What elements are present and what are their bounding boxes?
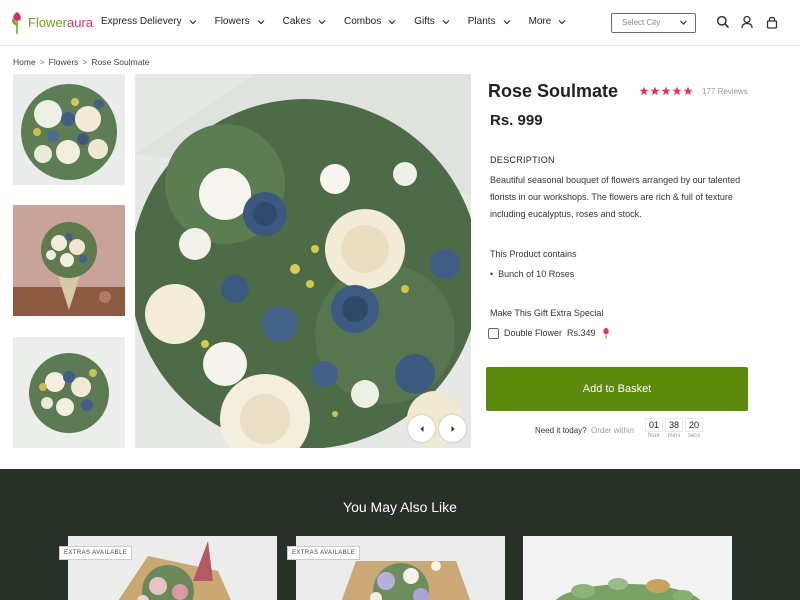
breadcrumb-home[interactable]: Home	[13, 57, 36, 67]
flower-icon	[602, 327, 609, 339]
nav-express-delivery[interactable]: Express Delievery	[101, 16, 198, 27]
contains-heading: This Product contains	[490, 249, 577, 259]
star-icon	[650, 86, 660, 96]
chevron-down-icon	[558, 19, 566, 24]
add-to-basket-button[interactable]: Add to Basket	[486, 367, 748, 411]
chevron-down-icon	[318, 19, 326, 24]
breadcrumb-separator: >	[39, 57, 45, 67]
timer-minutes: 38 mins	[665, 418, 683, 439]
thumbnail-1[interactable]	[13, 74, 125, 185]
thumbnail-3[interactable]	[13, 337, 125, 448]
addon-label: Double Flower	[504, 328, 563, 338]
product-image	[523, 536, 732, 600]
order-within: Order within	[591, 426, 635, 435]
extras-available-badge: EXTRAS AVAILABLE	[59, 546, 133, 560]
addon-checkbox[interactable]	[488, 327, 499, 339]
nav-more[interactable]: More	[529, 16, 568, 27]
bouquet-thumbnail-image	[13, 337, 125, 448]
city-select-placeholder: Select City	[622, 18, 661, 27]
star-icon	[683, 86, 693, 96]
nav-plants[interactable]: Plants	[468, 16, 512, 27]
site-header: Floweraura Express Delievery Flowers Cak…	[0, 0, 800, 46]
timer-hours: 01 hour	[645, 418, 663, 439]
contains-item: • Bunch of 10 Roses	[490, 269, 575, 279]
city-select[interactable]: Select City	[611, 13, 696, 33]
flower-logo-icon	[12, 12, 21, 34]
star-icon	[639, 86, 649, 96]
chevron-down-icon	[388, 19, 396, 24]
section-heading: You May Also Like	[343, 499, 457, 515]
next-image-button[interactable]	[439, 415, 466, 442]
description-text: Beautiful seasonal bouquet of flowers ar…	[490, 175, 741, 219]
prev-image-button[interactable]	[408, 415, 435, 442]
star-icon	[661, 86, 671, 96]
breadcrumb: Home > Flowers > Rose Soulmate	[13, 57, 150, 67]
breadcrumb-separator: >	[82, 57, 88, 67]
chevron-down-icon	[189, 19, 197, 24]
addon-double-flower[interactable]: Double Flower Rs.349	[488, 327, 611, 339]
thumbnail-2[interactable]	[13, 205, 125, 316]
chevron-left-icon	[420, 425, 423, 432]
nav-gifts[interactable]: Gifts	[414, 16, 451, 27]
logo[interactable]: Floweraura	[9, 9, 93, 35]
nav-flowers[interactable]: Flowers	[215, 16, 266, 27]
chevron-down-icon	[442, 19, 450, 24]
timer-seconds: 20 secs	[685, 418, 703, 439]
chevron-down-icon	[680, 20, 687, 25]
extra-special-heading: Make This Gift Extra Special	[490, 308, 604, 318]
bouquet-thumbnail-image	[13, 74, 125, 185]
main-nav: Express Delievery Flowers Cakes Combos G…	[101, 16, 584, 27]
bouquet-main-image	[135, 74, 471, 448]
user-icon[interactable]	[740, 15, 754, 29]
reviews-link[interactable]: 177 Reviews	[702, 87, 748, 96]
breadcrumb-flowers[interactable]: Flowers	[49, 57, 79, 67]
chevron-right-icon	[451, 425, 454, 432]
chevron-down-icon	[503, 19, 511, 24]
nav-combos[interactable]: Combos	[344, 16, 397, 27]
recommendation-card-3[interactable]	[523, 536, 732, 600]
description-heading: DESCRIPTION	[490, 155, 555, 165]
you-may-also-like-section: You May Also Like EXTRAS AVAILABLE EXTRA…	[0, 469, 800, 600]
breadcrumb-current: Rose Soulmate	[91, 57, 150, 67]
star-icon	[672, 86, 682, 96]
logo-text: Floweraura	[28, 14, 94, 30]
need-it-today: Need it today?	[535, 426, 587, 435]
addon-price: Rs.349	[567, 328, 596, 338]
search-icon[interactable]	[716, 15, 730, 29]
lock-icon[interactable]	[765, 15, 779, 29]
bouquet-thumbnail-image	[13, 205, 125, 316]
nav-cakes[interactable]: Cakes	[283, 16, 327, 27]
product-title: Rose Soulmate	[488, 81, 619, 101]
chevron-down-icon	[257, 19, 265, 24]
extras-available-badge: EXTRAS AVAILABLE	[287, 546, 361, 560]
product-price: Rs. 999	[490, 112, 543, 129]
main-product-image	[135, 74, 471, 448]
rating-stars	[639, 86, 693, 96]
